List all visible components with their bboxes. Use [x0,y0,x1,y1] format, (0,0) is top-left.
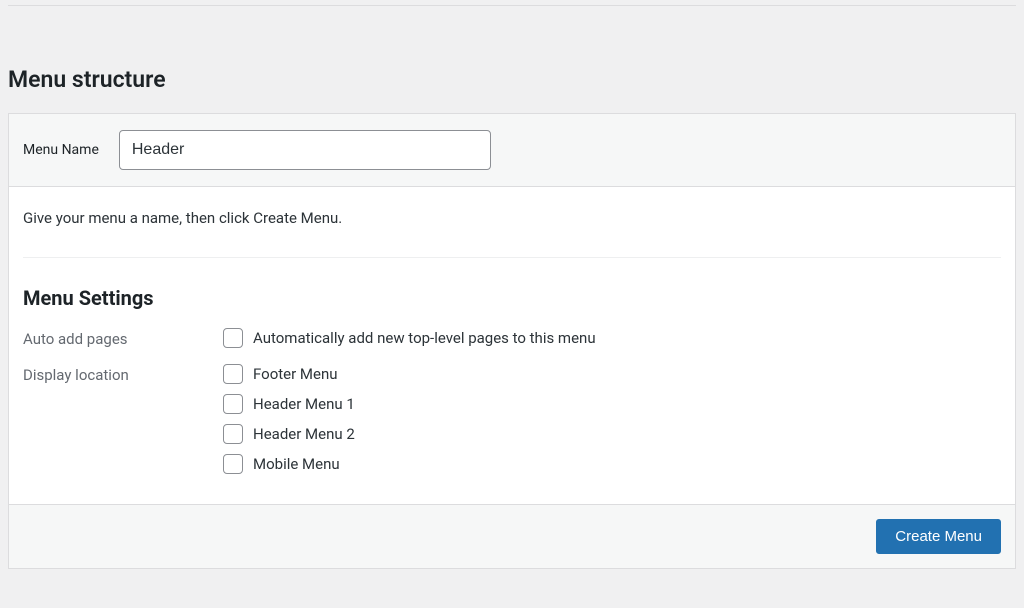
mobile-menu-label[interactable]: Mobile Menu [253,455,340,473]
mobile-menu-checkbox[interactable] [223,454,243,474]
panel-body: Give your menu a name, then click Create… [9,187,1015,504]
auto-add-pages-label: Auto add pages [23,328,223,348]
mobile-menu-checkbox-row: Mobile Menu [223,454,355,474]
header-menu-2-checkbox-row: Header Menu 2 [223,424,355,444]
divider [23,257,1001,258]
create-menu-button[interactable]: Create Menu [876,519,1001,554]
instruction-text: Give your menu a name, then click Create… [23,209,1001,227]
footer-menu-label[interactable]: Footer Menu [253,365,338,383]
panel-footer: Create Menu [9,504,1015,568]
display-location-options: Footer Menu Header Menu 1 Header Menu 2 … [223,364,355,474]
header-menu-1-checkbox[interactable] [223,394,243,414]
auto-add-option-label[interactable]: Automatically add new top-level pages to… [253,329,596,347]
footer-menu-checkbox[interactable] [223,364,243,384]
auto-add-checkbox[interactable] [223,328,243,348]
auto-add-pages-row: Auto add pages Automatically add new top… [23,328,1001,348]
display-location-label: Display location [23,364,223,384]
header-menu-1-checkbox-row: Header Menu 1 [223,394,355,414]
auto-add-checkbox-row: Automatically add new top-level pages to… [223,328,596,348]
panel-header: Menu Name [9,114,1015,187]
menu-settings-heading: Menu Settings [23,286,1001,310]
header-menu-1-label[interactable]: Header Menu 1 [253,395,355,413]
menu-structure-panel: Menu Name Give your menu a name, then cl… [8,113,1016,569]
auto-add-options: Automatically add new top-level pages to… [223,328,596,348]
header-menu-2-checkbox[interactable] [223,424,243,444]
menu-name-label: Menu Name [23,142,99,158]
display-location-row: Display location Footer Menu Header Menu… [23,364,1001,474]
page-title: Menu structure [0,6,1024,113]
menu-name-input[interactable] [119,130,491,170]
header-menu-2-label[interactable]: Header Menu 2 [253,425,355,443]
footer-menu-checkbox-row: Footer Menu [223,364,355,384]
